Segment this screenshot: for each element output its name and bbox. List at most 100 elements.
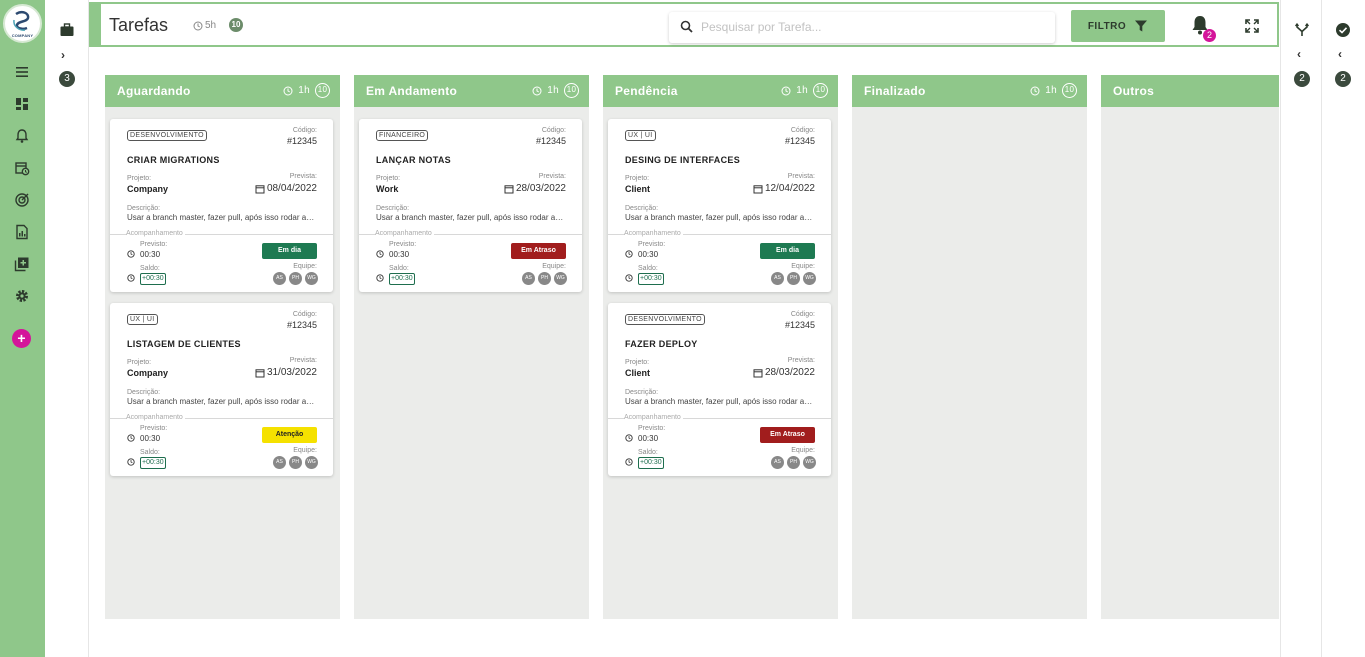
due-date: 31/03/2022 (255, 367, 317, 378)
briefcase-icon[interactable] (59, 22, 75, 38)
dashboard-icon[interactable] (14, 96, 30, 112)
project-panel: › 3 (45, 0, 89, 657)
team-avatar[interactable]: WG (803, 272, 816, 285)
logo-text: COMPANY (11, 33, 34, 38)
team-avatar[interactable]: AS (273, 456, 286, 469)
planned-value: 00:30 (389, 250, 410, 259)
balance-value: +00:30 (638, 457, 664, 469)
expand-panel-chevron-icon[interactable]: › (61, 48, 65, 62)
description-value: Usar a branch master, fazer pull, após i… (127, 397, 317, 406)
team-avatar[interactable]: WG (803, 456, 816, 469)
clock-icon (193, 21, 203, 30)
team-avatar[interactable]: AS (522, 272, 535, 285)
project-label: Projeto: (625, 359, 650, 366)
balance-value: +00:30 (140, 457, 166, 469)
balance-label: Saldo: (140, 449, 160, 456)
calendar-icon (255, 368, 265, 377)
column-header[interactable]: Aguardando 1h 10 (105, 75, 340, 107)
project-label: Projeto: (625, 175, 650, 182)
team-avatar[interactable]: PH (538, 272, 551, 285)
due-label: Prevista: (787, 357, 815, 364)
team-avatar[interactable]: WG (305, 456, 318, 469)
card-title: LANÇAR NOTAS (376, 155, 451, 165)
page-title: Tarefas (109, 15, 169, 35)
fullscreen-icon[interactable] (1244, 18, 1260, 34)
tracking-label: Acompanhamento (624, 230, 683, 237)
clock-icon (625, 274, 633, 282)
search-input[interactable] (701, 18, 1041, 36)
settings-gear-icon[interactable] (14, 288, 30, 304)
description-value: Usar a branch master, fazer pull, após i… (127, 213, 317, 222)
column-pendencia: Pendência 1h 10 UX | UI Código: #12345 D… (603, 75, 838, 619)
fork-icon[interactable] (1294, 22, 1310, 38)
team-avatar[interactable]: AS (771, 456, 784, 469)
column-title: Pendência (615, 84, 678, 98)
column-finalizado: Finalizado 1h 10 (852, 75, 1087, 619)
balance-value: +00:30 (638, 273, 664, 285)
clock-icon (1030, 86, 1040, 95)
description-value: Usar a branch master, fazer pull, após i… (625, 213, 815, 222)
code-value: #12345 (784, 320, 815, 330)
team-label: Equipe: (791, 447, 815, 454)
clock-icon (532, 86, 542, 95)
balance-value: +00:30 (140, 273, 166, 285)
report-icon[interactable] (14, 224, 30, 240)
column-count-badge: 10 (564, 83, 579, 98)
project-count-badge: 3 (59, 71, 75, 87)
team-avatar[interactable]: AS (771, 272, 784, 285)
due-date-value: 31/03/2022 (266, 367, 317, 378)
company-logo[interactable]: COMPANY (3, 4, 42, 43)
column-header[interactable]: Outros (1101, 75, 1279, 107)
status-badge: Em dia (262, 243, 317, 259)
add-button[interactable]: + (12, 329, 31, 348)
check-circle-icon[interactable] (1335, 22, 1351, 38)
column-count-badge: 10 (1062, 83, 1077, 98)
column-title: Em Andamento (366, 84, 458, 98)
card-title: DESING DE INTERFACES (625, 155, 741, 165)
column-header[interactable]: Em Andamento 1h 10 (354, 75, 589, 107)
clock-icon (127, 250, 135, 258)
target-icon[interactable] (14, 192, 30, 208)
tracking-label: Acompanhamento (126, 230, 185, 237)
column-header[interactable]: Pendência 1h 10 (603, 75, 838, 107)
category-tag: DESENVOLVIMENTO (625, 314, 705, 325)
project-value: Work (376, 184, 399, 194)
team-avatar[interactable]: WG (554, 272, 567, 285)
calendar-clock-icon[interactable] (14, 160, 30, 176)
bell-icon[interactable] (14, 128, 30, 144)
status-badge: Atenção (262, 427, 317, 443)
column-hours: 1h (796, 85, 808, 96)
task-card[interactable]: DESENVOLVIMENTO Código: #12345 CRIAR MIG… (110, 119, 333, 292)
right-panel-done: ‹ 2 (1321, 0, 1365, 657)
team-avatar[interactable]: PH (787, 272, 800, 285)
main-sidebar: COMPANY + (0, 0, 45, 657)
description-value: Usar a branch master, fazer pull, após i… (376, 213, 566, 222)
due-date: 28/03/2022 (504, 183, 566, 194)
filter-icon (1135, 20, 1148, 32)
task-card[interactable]: UX | UI Código: #12345 DESING DE INTERFA… (608, 119, 831, 292)
calendar-icon (504, 184, 514, 193)
add-box-icon[interactable] (14, 256, 30, 272)
tracking-label: Acompanhamento (624, 414, 683, 421)
team-avatar[interactable]: PH (289, 272, 302, 285)
collapse-chevron-icon[interactable]: ‹ (1338, 47, 1342, 61)
project-value: Company (127, 184, 169, 194)
planned-label: Previsto: (140, 241, 168, 248)
filter-button-label: FILTRO (1087, 20, 1127, 32)
column-header[interactable]: Finalizado 1h 10 (852, 75, 1087, 107)
collapse-chevron-icon[interactable]: ‹ (1297, 47, 1301, 61)
tracking-label: Acompanhamento (375, 230, 434, 237)
team-avatar[interactable]: AS (273, 272, 286, 285)
category-tag: UX | UI (127, 314, 158, 325)
team-avatar[interactable]: WG (305, 272, 318, 285)
task-card[interactable]: FINANCEIRO Código: #12345 LANÇAR NOTAS P… (359, 119, 582, 292)
team-avatar[interactable]: PH (787, 456, 800, 469)
task-card[interactable]: UX | UI Código: #12345 LISTAGEM DE CLIEN… (110, 303, 333, 476)
status-badge: Em Atraso (511, 243, 566, 259)
team-label: Equipe: (293, 447, 317, 454)
menu-icon[interactable] (14, 64, 30, 80)
search-icon (680, 20, 693, 33)
team-avatar[interactable]: PH (289, 456, 302, 469)
filter-button[interactable]: FILTRO (1071, 10, 1165, 42)
task-card[interactable]: DESENVOLVIMENTO Código: #12345 FAZER DEP… (608, 303, 831, 476)
